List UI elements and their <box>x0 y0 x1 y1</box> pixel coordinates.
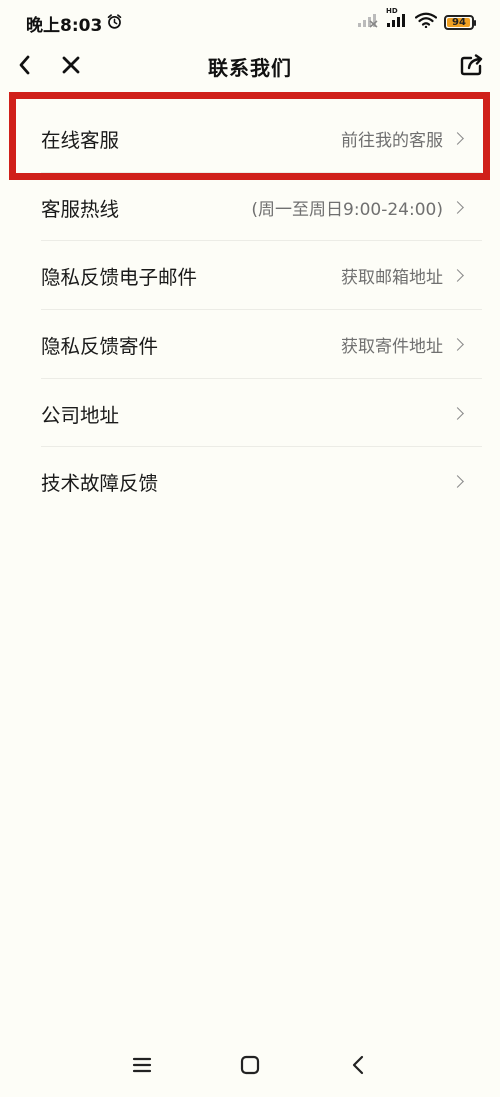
wifi-icon <box>414 12 438 32</box>
chevron-right-icon <box>451 269 464 283</box>
share-icon[interactable] <box>458 44 486 86</box>
battery-level: 94 <box>452 16 466 28</box>
nav-bar: 联系我们 <box>0 44 500 86</box>
status-time: 晚上8:03 <box>26 11 123 36</box>
chevron-right-icon <box>451 475 464 489</box>
list-item-hotline[interactable]: 客服热线 (周一至周日9:00-24:00) <box>0 173 500 242</box>
list-item-label: 在线客服 <box>41 128 120 152</box>
list-item-company-address[interactable]: 公司地址 <box>0 379 500 448</box>
menu-icon[interactable] <box>122 1045 162 1085</box>
list-item-label: 隐私反馈寄件 <box>41 334 159 358</box>
list-item-value: (周一至周日9:00-24:00) <box>251 199 443 220</box>
list-item-online-service[interactable]: 在线客服 前往我的客服 <box>0 104 500 173</box>
back-icon[interactable] <box>338 1045 378 1085</box>
chevron-right-icon <box>451 131 464 145</box>
list-item-label: 公司地址 <box>41 403 120 427</box>
list-item-privacy-email[interactable]: 隐私反馈电子邮件 获取邮箱地址 <box>0 241 500 311</box>
alarm-icon <box>106 13 123 35</box>
system-nav-bar <box>0 1037 500 1097</box>
list-item-label: 客服热线 <box>41 197 120 221</box>
home-icon[interactable] <box>230 1045 270 1085</box>
list-item-value: 获取寄件地址 <box>341 336 443 357</box>
battery-icon: 94 <box>444 14 476 30</box>
list-item-label: 隐私反馈电子邮件 <box>41 266 198 290</box>
page-title: 联系我们 <box>208 56 292 80</box>
signal-icon: HD <box>386 7 408 32</box>
list-item-value: 获取邮箱地址 <box>341 268 443 289</box>
list-item-tech-feedback[interactable]: 技术故障反馈 <box>0 447 500 516</box>
contact-list: 在线客服 前往我的客服 客服热线 (周一至周日9:00-24:00) 隐私反馈电… <box>0 104 500 516</box>
list-item-label: 技术故障反馈 <box>41 472 159 496</box>
status-icons: HD 94 <box>357 7 476 32</box>
list-item-privacy-mail[interactable]: 隐私反馈寄件 获取寄件地址 <box>0 310 500 379</box>
list-item-value: 前往我的客服 <box>341 130 443 151</box>
chevron-right-icon <box>451 338 464 351</box>
chevron-right-icon <box>451 406 464 420</box>
status-bar: 晚上8:03 HD 94 <box>0 0 500 44</box>
signal-off-icon <box>357 12 379 32</box>
chevron-right-icon <box>451 200 464 214</box>
status-time-text: 晚上8:03 <box>26 16 103 36</box>
hd-label: HD <box>386 7 398 15</box>
